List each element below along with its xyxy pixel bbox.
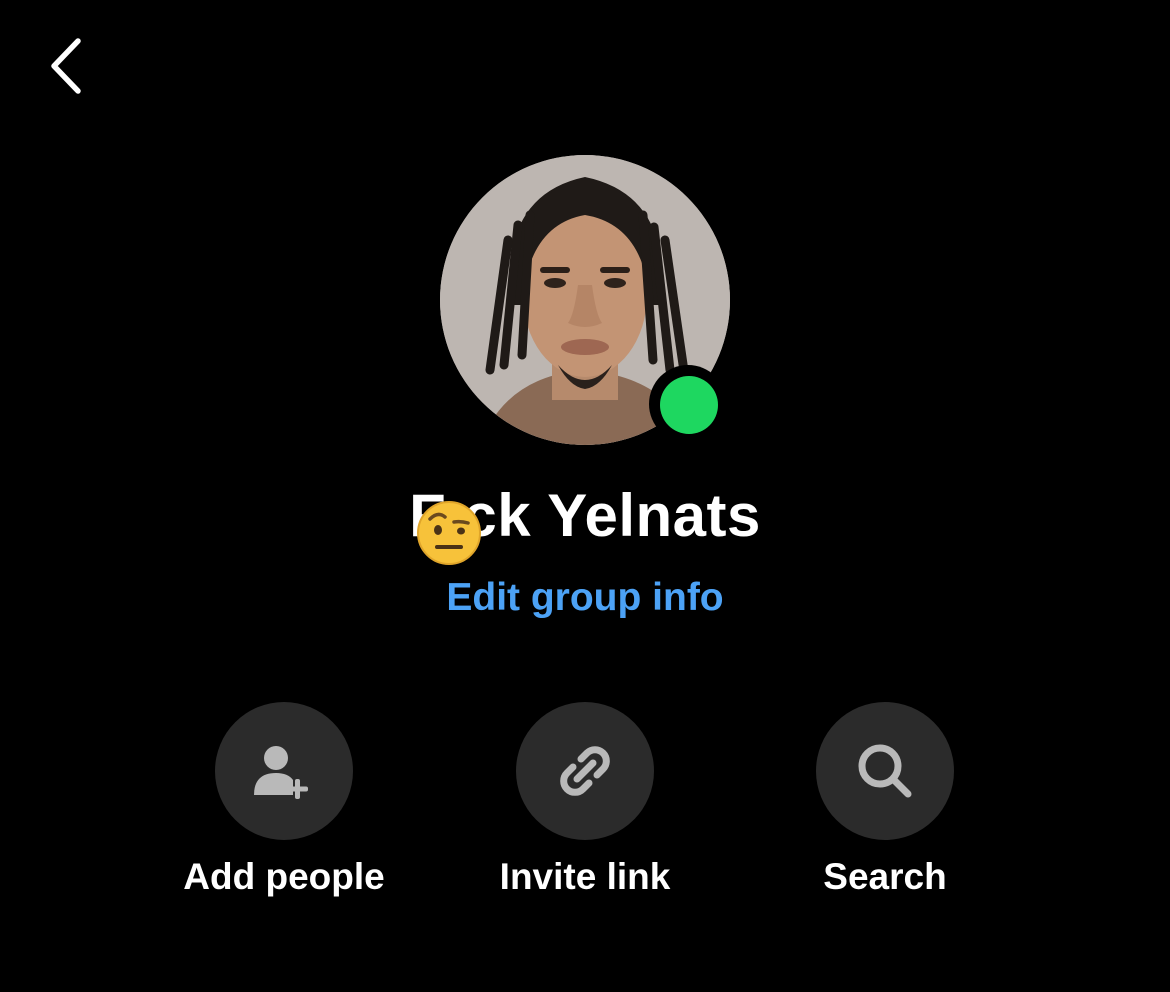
chevron-left-icon (51, 38, 81, 94)
search-icon (858, 744, 912, 798)
search-label: Search (823, 856, 947, 897)
face-with-raised-eyebrow-icon (416, 500, 482, 566)
group-name: F ck Yelnats (409, 482, 761, 549)
invite-link-button[interactable]: Invite link (455, 702, 715, 901)
group-info-screen: F ck Yelnats Edit group info Add people (0, 0, 1170, 992)
link-icon (560, 746, 610, 796)
back-button[interactable] (34, 30, 98, 102)
invite-link-circle[interactable] (516, 702, 654, 840)
add-person-icon (254, 746, 308, 799)
add-people-label: Add people (183, 856, 385, 897)
search-circle[interactable] (816, 702, 954, 840)
edit-group-info-link[interactable]: Edit group info (0, 572, 1170, 624)
invite-link-label: Invite link (499, 856, 671, 897)
avatar-container (440, 155, 730, 445)
search-button[interactable]: Search (755, 702, 1015, 901)
add-people-circle[interactable] (215, 702, 353, 840)
online-status-dot (660, 376, 718, 434)
add-people-button[interactable]: Add people (154, 702, 414, 901)
